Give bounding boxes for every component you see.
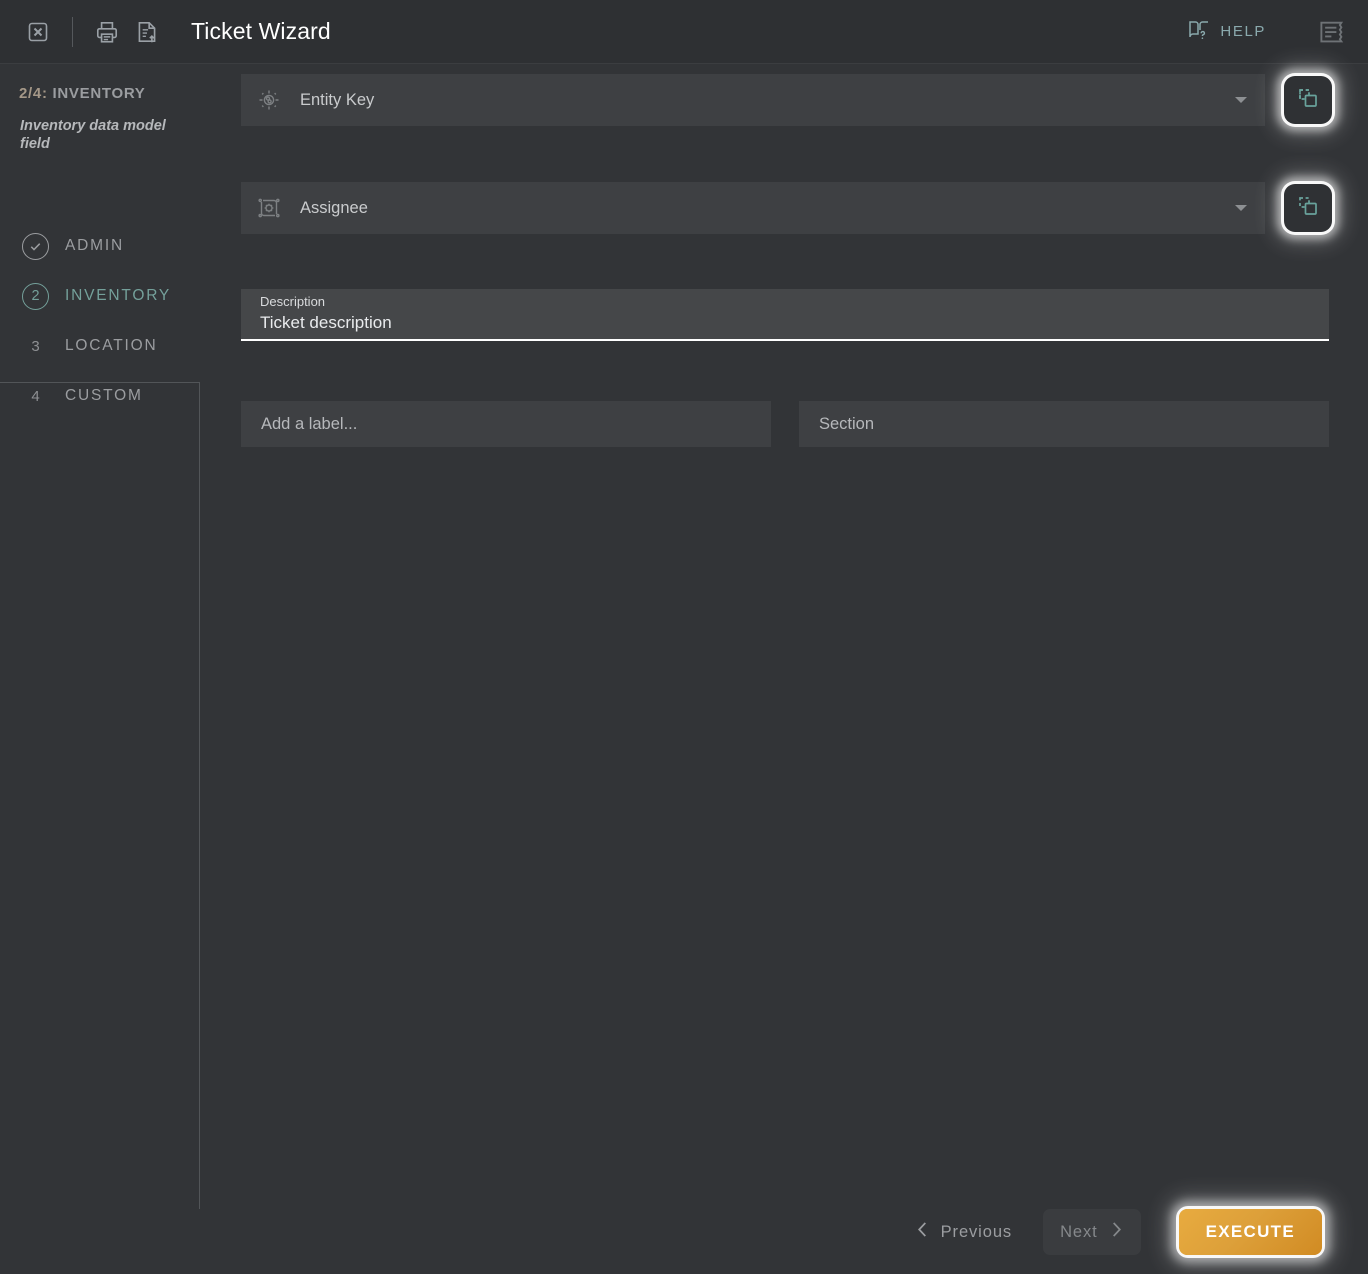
log-receipt-icon[interactable] [1310, 10, 1354, 54]
next-button[interactable]: Next [1043, 1209, 1141, 1255]
close-box-icon[interactable] [18, 12, 58, 52]
app-header: Ticket Wizard HELP [0, 0, 1368, 64]
copy-duplicate-icon [1296, 86, 1320, 115]
copy-duplicate-icon [1296, 194, 1320, 223]
sidebar-step-label-custom: CUSTOM [65, 387, 143, 404]
header-right-actions: HELP [1177, 0, 1368, 63]
execute-button[interactable]: EXECUTE [1178, 1209, 1322, 1255]
help-button[interactable]: HELP [1177, 11, 1276, 52]
document-upload-icon[interactable] [127, 12, 167, 52]
chevron-down-icon[interactable] [1235, 205, 1247, 211]
assignee-label: Assignee [300, 198, 368, 217]
ticket-wizard-window: Ticket Wizard HELP 2/4: INVENTORY Invent… [0, 0, 1368, 1274]
execute-button-glow: EXECUTE [1178, 1209, 1322, 1255]
printer-icon[interactable] [87, 12, 127, 52]
step-number-badge-inventory: 2 [22, 282, 49, 310]
header-divider [72, 16, 73, 47]
step-number-badge-location: 3 [31, 337, 40, 355]
description-label: Description [260, 294, 326, 309]
wizard-form: Entity Key Assignee Description Ticket d… [200, 64, 1368, 1274]
add-label-input[interactable]: Add a label... [241, 401, 771, 447]
next-label: Next [1060, 1222, 1098, 1241]
sidebar-step-custom[interactable]: 4 CUSTOM [0, 371, 200, 421]
chevron-down-icon[interactable] [1235, 97, 1247, 103]
description-value: Ticket description [260, 313, 392, 332]
entity-key-select[interactable]: Entity Key [241, 74, 1265, 126]
sidebar-step-admin[interactable]: ADMIN [0, 221, 200, 271]
target-gear-icon [256, 87, 282, 113]
page-title: Ticket Wizard [191, 18, 331, 44]
description-field[interactable]: Description Ticket description [241, 289, 1329, 341]
step-list: ADMIN 2 INVENTORY 3 LOCATION 4 CUSTOM [0, 221, 200, 421]
sidebar-step-inventory[interactable]: 2 INVENTORY [0, 271, 200, 321]
entity-key-label: Entity Key [300, 90, 375, 109]
book-question-icon [1187, 17, 1211, 46]
sidebar-step-label-location: LOCATION [65, 337, 158, 354]
assignee-select[interactable]: Assignee [241, 182, 1265, 234]
chevron-left-icon [915, 1220, 930, 1244]
wizard-sidebar: 2/4: INVENTORY Inventory data model fiel… [0, 64, 200, 1274]
previous-label: Previous [940, 1222, 1013, 1241]
current-step-heading: 2/4: INVENTORY [19, 85, 146, 102]
entity-key-copy-button[interactable] [1284, 76, 1332, 124]
sidebar-step-label-inventory: INVENTORY [65, 287, 172, 304]
chip-gear-icon [256, 195, 282, 221]
header-left-actions: Ticket Wizard [0, 0, 331, 63]
check-circle-icon [22, 232, 49, 260]
previous-button[interactable]: Previous [898, 1209, 1029, 1255]
sidebar-step-label-admin: ADMIN [65, 237, 124, 254]
sidebar-divider [0, 382, 200, 1209]
help-label: HELP [1220, 23, 1266, 40]
step-name: INVENTORY [52, 85, 146, 102]
step-number-badge-custom: 4 [31, 387, 40, 405]
step-description: Inventory data model field [20, 118, 166, 152]
chevron-right-icon [1109, 1220, 1124, 1244]
wizard-footer: Previous Next EXECUTE [200, 1190, 1368, 1274]
step-fraction: 2/4: [19, 85, 48, 102]
section-input[interactable]: Section [799, 401, 1329, 447]
sidebar-step-location[interactable]: 3 LOCATION [0, 321, 200, 371]
assignee-copy-button[interactable] [1284, 184, 1332, 232]
